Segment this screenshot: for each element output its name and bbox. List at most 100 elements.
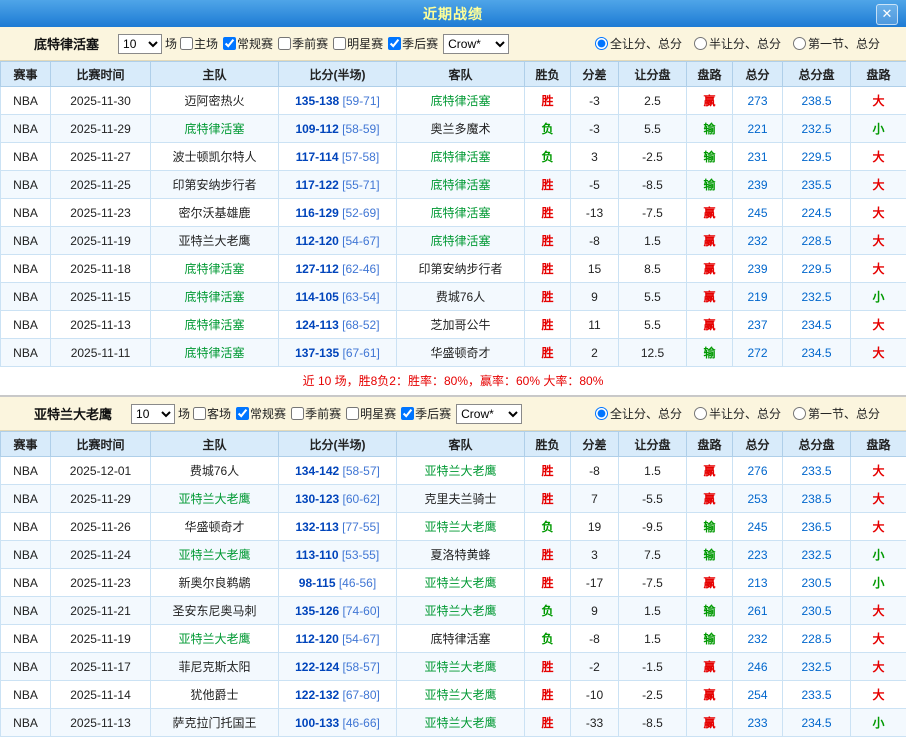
handicap-result-cell: 赢 (687, 227, 733, 255)
league-cell: NBA (1, 709, 51, 737)
radio-option-0[interactable]: 全让分、总分 (595, 35, 682, 52)
win-loss-cell: 胜 (525, 653, 571, 681)
total-line-cell: 228.5 (783, 625, 851, 653)
checkbox-option-4[interactable]: 季后赛 (398, 405, 451, 422)
games-count-select[interactable]: 10 (131, 404, 175, 424)
checkbox-option-2[interactable]: 季前赛 (275, 35, 328, 52)
league-cell: NBA (1, 255, 51, 283)
odds-company-select[interactable]: Crow* (443, 34, 509, 54)
score-main: 135-126 (295, 604, 339, 618)
radio-option-0[interactable]: 全让分、总分 (595, 405, 682, 422)
checkbox-label-text: 季前赛 (292, 35, 328, 52)
win-loss-cell: 胜 (525, 283, 571, 311)
table-row: NBA2025-11-13萨克拉门托国王100-133 [46-66]亚特兰大老… (1, 709, 906, 737)
total-points-cell: 272 (733, 339, 783, 367)
games-count-select[interactable]: 10 (118, 34, 162, 54)
popup-title: 近期战绩 (423, 4, 483, 24)
home-team-cell: 亚特兰大老鹰 (151, 625, 279, 653)
column-header: 比赛时间 (51, 432, 151, 457)
radio-input-1[interactable] (694, 407, 707, 420)
league-cell: NBA (1, 283, 51, 311)
date-cell: 2025-11-14 (51, 681, 151, 709)
checkbox-option-1[interactable]: 常规赛 (233, 405, 286, 422)
total-line-cell: 229.5 (783, 255, 851, 283)
handicap-result-cell: 赢 (687, 311, 733, 339)
radio-input-2[interactable] (793, 407, 806, 420)
point-diff-cell: 3 (571, 143, 619, 171)
win-loss-cell: 胜 (525, 457, 571, 485)
score-main: 135-138 (295, 94, 339, 108)
recent-results-popup: 近期战绩 ✕ 底特律活塞10场主场常规赛季前赛明星赛季后赛Crow*全让分、总分… (0, 0, 906, 737)
score-main: 132-113 (295, 520, 338, 534)
checkbox-input-3[interactable] (346, 407, 359, 420)
score-half: [58-57] (339, 464, 380, 478)
checkbox-option-0[interactable]: 主场 (177, 35, 218, 52)
handicap-line-cell: 5.5 (619, 283, 687, 311)
checkbox-option-3[interactable]: 明星赛 (343, 405, 396, 422)
score-cell: 114-105 [63-54] (279, 283, 397, 311)
radio-option-2[interactable]: 第一节、总分 (793, 405, 880, 422)
point-diff-cell: 2 (571, 339, 619, 367)
radio-option-1[interactable]: 半让分、总分 (694, 405, 781, 422)
total-points-cell: 223 (733, 541, 783, 569)
handicap-result-cell: 赢 (687, 569, 733, 597)
checkbox-option-3[interactable]: 明星赛 (330, 35, 383, 52)
column-header: 主队 (151, 62, 279, 87)
radio-input-0[interactable] (595, 407, 608, 420)
over-under-cell: 大 (851, 339, 906, 367)
checkbox-option-1[interactable]: 常规赛 (220, 35, 273, 52)
away-team-cell: 底特律活塞 (397, 199, 525, 227)
table-row: NBA2025-11-29底特律活塞109-112 [58-59]奥兰多魔术负-… (1, 115, 906, 143)
checkbox-input-4[interactable] (388, 37, 401, 50)
over-under-cell: 大 (851, 485, 906, 513)
over-under-cell: 大 (851, 255, 906, 283)
win-loss-cell: 负 (525, 513, 571, 541)
radio-input-2[interactable] (793, 37, 806, 50)
total-points-cell: 237 (733, 311, 783, 339)
away-team-cell: 亚特兰大老鹰 (397, 513, 525, 541)
checkbox-label-text: 明星赛 (360, 405, 396, 422)
handicap-result-cell: 输 (687, 339, 733, 367)
close-icon[interactable]: ✕ (876, 4, 898, 25)
checkbox-option-4[interactable]: 季后赛 (385, 35, 438, 52)
win-loss-cell: 胜 (525, 255, 571, 283)
checkbox-input-1[interactable] (236, 407, 249, 420)
team-name: 底特律活塞 (34, 34, 99, 53)
total-line-cell: 238.5 (783, 485, 851, 513)
checkbox-input-2[interactable] (291, 407, 304, 420)
radio-option-1[interactable]: 半让分、总分 (694, 35, 781, 52)
checkbox-input-1[interactable] (223, 37, 236, 50)
score-cell: 112-120 [54-67] (279, 227, 397, 255)
score-cell: 127-112 [62-46] (279, 255, 397, 283)
score-half: [46-66] (339, 716, 380, 730)
radio-input-0[interactable] (595, 37, 608, 50)
score-cell: 117-114 [57-58] (279, 143, 397, 171)
win-loss-cell: 胜 (525, 227, 571, 255)
league-cell: NBA (1, 339, 51, 367)
odds-company-select[interactable]: Crow* (456, 404, 522, 424)
checkbox-option-2[interactable]: 季前赛 (288, 405, 341, 422)
point-diff-cell: -8 (571, 457, 619, 485)
checkbox-option-0[interactable]: 客场 (190, 405, 231, 422)
score-main: 134-142 (295, 464, 339, 478)
total-points-cell: 232 (733, 625, 783, 653)
away-team-cell: 费城76人 (397, 283, 525, 311)
point-diff-cell: 19 (571, 513, 619, 541)
radio-option-2[interactable]: 第一节、总分 (793, 35, 880, 52)
total-line-cell: 234.5 (783, 311, 851, 339)
score-cell: 122-124 [58-57] (279, 653, 397, 681)
checkbox-input-0[interactable] (193, 407, 206, 420)
total-points-cell: 261 (733, 597, 783, 625)
score-half: [54-67] (339, 234, 380, 248)
away-team-cell: 底特律活塞 (397, 227, 525, 255)
checkbox-input-2[interactable] (278, 37, 291, 50)
score-main: 112-120 (295, 234, 338, 248)
handicap-result-cell: 输 (687, 115, 733, 143)
checkbox-input-0[interactable] (180, 37, 193, 50)
date-cell: 2025-11-29 (51, 485, 151, 513)
checkbox-input-3[interactable] (333, 37, 346, 50)
league-cell: NBA (1, 597, 51, 625)
checkbox-input-4[interactable] (401, 407, 414, 420)
total-line-cell: 233.5 (783, 681, 851, 709)
radio-input-1[interactable] (694, 37, 707, 50)
